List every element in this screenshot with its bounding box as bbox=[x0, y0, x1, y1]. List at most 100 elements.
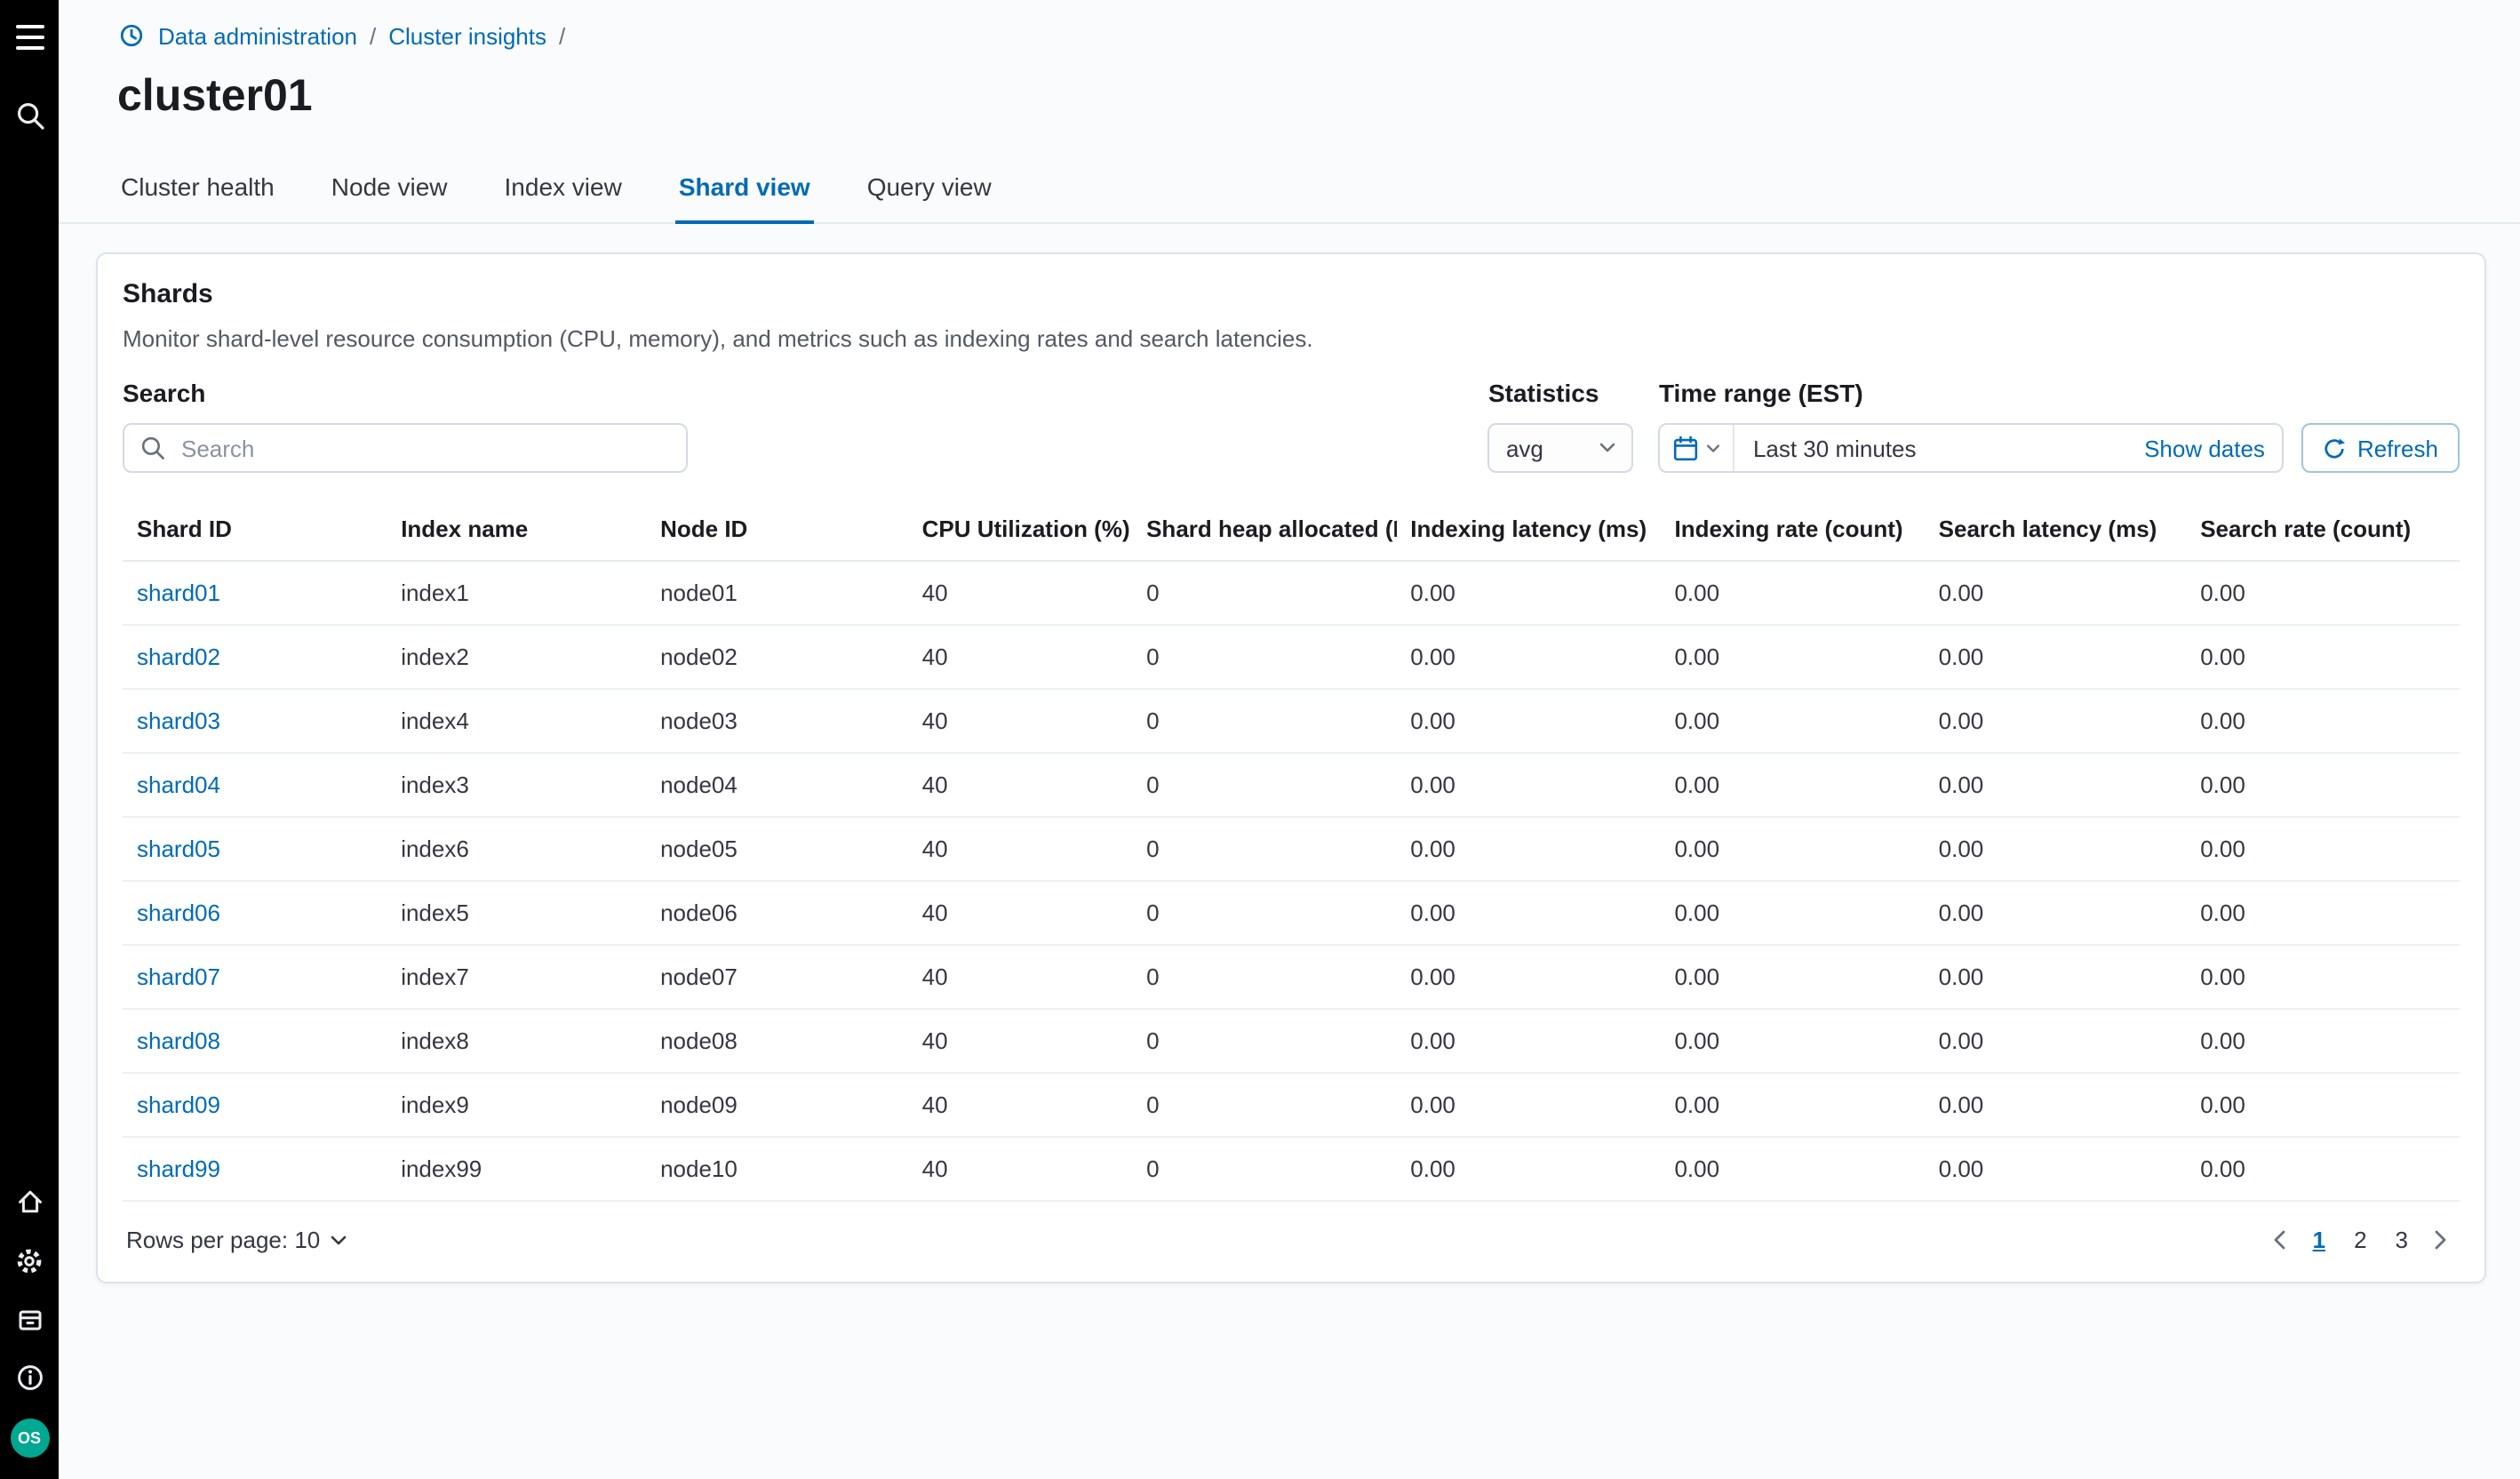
refresh-button-label: Refresh bbox=[2357, 435, 2438, 461]
table-cell: 0.00 bbox=[1396, 753, 1660, 817]
table-cell: 0.00 bbox=[1660, 817, 1924, 881]
table-cell: node03 bbox=[646, 689, 908, 753]
show-dates-link[interactable]: Show dates bbox=[2144, 435, 2283, 461]
content-area: Shards Monitor shard-level resource cons… bbox=[59, 224, 2520, 1283]
table-cell: 0.00 bbox=[1660, 625, 1924, 689]
search-input[interactable] bbox=[178, 433, 670, 463]
table-cell: 0 bbox=[1132, 881, 1396, 945]
statistics-select[interactable]: avg bbox=[1488, 423, 1634, 473]
shard-link[interactable]: shard07 bbox=[137, 963, 220, 990]
table-cell: 0 bbox=[1132, 1073, 1396, 1137]
shard-link[interactable]: shard06 bbox=[137, 899, 220, 926]
chevron-down-icon bbox=[331, 1235, 347, 1245]
rows-per-page-label: Rows per page: 10 bbox=[126, 1227, 320, 1253]
tab-shard-view[interactable]: Shard view bbox=[675, 172, 814, 224]
table-cell: shard07 bbox=[123, 945, 387, 1009]
table-cell: 40 bbox=[908, 625, 1132, 689]
table-cell: shard03 bbox=[123, 689, 387, 753]
table-cell: 0.00 bbox=[1925, 625, 2187, 689]
time-range-controls: Last 30 minutes Show dates Refresh bbox=[1659, 423, 2460, 473]
hamburger-menu-icon[interactable] bbox=[12, 20, 47, 55]
table-cell: 0.00 bbox=[1660, 1073, 1924, 1137]
shard-link[interactable]: shard08 bbox=[137, 1027, 220, 1054]
previous-page-icon[interactable] bbox=[2265, 1227, 2295, 1253]
shard-link[interactable]: shard02 bbox=[137, 644, 220, 670]
column-header-node-id: Node ID bbox=[646, 501, 908, 561]
tab-node-view[interactable]: Node view bbox=[328, 172, 451, 224]
page-button-2[interactable]: 2 bbox=[2343, 1223, 2377, 1257]
rows-per-page-button[interactable]: Rows per page: 10 bbox=[126, 1227, 347, 1253]
table-cell: shard05 bbox=[123, 817, 387, 881]
table-cell: shard08 bbox=[123, 1009, 387, 1073]
table-cell: 0.00 bbox=[1660, 689, 1924, 753]
table-cell: 40 bbox=[908, 1073, 1132, 1137]
table-cell: index5 bbox=[387, 881, 646, 945]
chevron-down-icon bbox=[1707, 444, 1721, 452]
gear-icon[interactable] bbox=[12, 1243, 47, 1278]
table-cell: 0 bbox=[1132, 1137, 1396, 1201]
search-icon[interactable] bbox=[12, 98, 47, 133]
table-cell: 0.00 bbox=[1925, 753, 2187, 817]
page-title: cluster01 bbox=[117, 71, 2520, 123]
table-cell: 0.00 bbox=[2186, 945, 2460, 1009]
tab-bar: Cluster health Node view Index view Shar… bbox=[59, 123, 2520, 224]
table-cell: 0.00 bbox=[1925, 689, 2187, 753]
table-cell: 0 bbox=[1132, 945, 1396, 1009]
breadcrumb-link-cluster-insights[interactable]: Cluster insights bbox=[388, 22, 546, 49]
left-rail: OS bbox=[0, 0, 59, 1479]
shard-link[interactable]: shard09 bbox=[137, 1091, 220, 1118]
tab-query-view[interactable]: Query view bbox=[864, 172, 995, 224]
rail-top-group bbox=[12, 20, 47, 133]
column-header-shard-id: Shard ID bbox=[123, 501, 387, 561]
table-cell: index8 bbox=[387, 1009, 646, 1073]
table-row: shard09index9node094000.000.000.000.00 bbox=[123, 1073, 2460, 1137]
shard-link[interactable]: shard99 bbox=[137, 1155, 220, 1182]
calendar-quick-select-button[interactable] bbox=[1661, 425, 1735, 471]
table-row: shard03index4node034000.000.000.000.00 bbox=[123, 689, 2460, 753]
page-button-1[interactable]: 1 bbox=[2302, 1223, 2336, 1257]
pagination: 123 bbox=[2265, 1223, 2456, 1257]
table-cell: 0.00 bbox=[1396, 817, 1660, 881]
refresh-button[interactable]: Refresh bbox=[2302, 423, 2460, 473]
user-avatar[interactable]: OS bbox=[10, 1419, 49, 1458]
table-cell: node10 bbox=[646, 1137, 908, 1201]
table-cell: 0.00 bbox=[2186, 625, 2460, 689]
tab-cluster-health[interactable]: Cluster health bbox=[117, 172, 278, 224]
refresh-icon bbox=[2324, 436, 2347, 460]
table-cell: 0.00 bbox=[2186, 561, 2460, 625]
app-viewport: OS Data administration / Cluster insight… bbox=[0, 0, 2520, 1479]
shard-link[interactable]: shard05 bbox=[137, 835, 220, 862]
page-header: Data administration / Cluster insights /… bbox=[59, 0, 2520, 123]
info-icon[interactable] bbox=[12, 1360, 47, 1395]
home-icon[interactable] bbox=[12, 1184, 47, 1219]
next-page-icon[interactable] bbox=[2426, 1227, 2456, 1253]
box-icon[interactable] bbox=[12, 1301, 47, 1337]
table-cell: 0.00 bbox=[1396, 1009, 1660, 1073]
table-cell: index9 bbox=[387, 1073, 646, 1137]
page-button-3[interactable]: 3 bbox=[2385, 1223, 2419, 1257]
panel-title: Shards bbox=[123, 279, 2460, 309]
statistics-select-value: avg bbox=[1506, 435, 1543, 461]
table-cell: 0 bbox=[1132, 753, 1396, 817]
time-range-value[interactable]: Last 30 minutes bbox=[1735, 435, 1934, 461]
table-cell: 0.00 bbox=[2186, 1009, 2460, 1073]
table-cell: 0 bbox=[1132, 561, 1396, 625]
recent-history-icon[interactable] bbox=[117, 21, 146, 50]
tab-index-view[interactable]: Index view bbox=[501, 172, 626, 224]
table-cell: shard06 bbox=[123, 881, 387, 945]
statistics-label: Statistics bbox=[1488, 379, 1634, 407]
shard-link[interactable]: shard04 bbox=[137, 771, 220, 798]
table-cell: 0.00 bbox=[1925, 945, 2187, 1009]
table-header-row: Shard ID Index name Node ID CPU Utilizat… bbox=[123, 501, 2460, 561]
table-cell: 0 bbox=[1132, 625, 1396, 689]
shard-link[interactable]: shard01 bbox=[137, 580, 220, 606]
pagination-pages: 123 bbox=[2302, 1223, 2419, 1257]
column-header-search-latency: Search latency (ms) bbox=[1925, 501, 2187, 561]
table-cell: 0.00 bbox=[1396, 561, 1660, 625]
breadcrumb-link-data-administration[interactable]: Data administration bbox=[158, 22, 357, 49]
table-row: shard06index5node064000.000.000.000.00 bbox=[123, 881, 2460, 945]
table-cell: 0.00 bbox=[2186, 689, 2460, 753]
table-cell: index99 bbox=[387, 1137, 646, 1201]
table-cell: 0.00 bbox=[1660, 753, 1924, 817]
shard-link[interactable]: shard03 bbox=[137, 708, 220, 734]
